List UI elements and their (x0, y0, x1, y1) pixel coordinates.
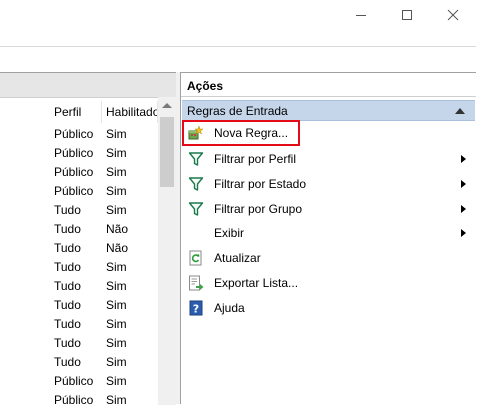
refresh-icon (188, 250, 204, 266)
submenu-arrow-icon (461, 205, 466, 213)
cell-habilitado: Sim (106, 298, 127, 312)
list-header-bar (0, 73, 176, 98)
action-label: Nova Regra... (214, 126, 289, 140)
cell-habilitado: Sim (106, 355, 127, 369)
actions-pane: Ações Regras de Entrada Nova Regra... Fil… (180, 72, 476, 404)
action-filtrar-por-perfil[interactable]: Filtrar por Perfil (181, 147, 476, 171)
cell-perfil: Público (54, 165, 94, 179)
actions-title: Ações (181, 73, 476, 97)
cell-perfil: Tudo (54, 336, 81, 350)
cell-habilitado: Sim (106, 203, 127, 217)
filter-icon (188, 151, 204, 167)
cell-perfil: Tudo (54, 222, 81, 236)
window-edge (476, 0, 484, 404)
action-label: Exibir (214, 226, 245, 240)
table-row[interactable]: Público Sim (0, 182, 158, 201)
action-nova-regra[interactable]: Nova Regra... (181, 121, 476, 145)
table-row[interactable]: Tudo Não (0, 220, 158, 239)
minimize-button[interactable] (338, 0, 384, 30)
table-row[interactable]: Tudo Sim (0, 353, 158, 372)
cell-habilitado: Sim (106, 260, 127, 274)
cell-habilitado: Não (106, 241, 129, 255)
table-row[interactable]: Público Sim (0, 372, 158, 391)
table-row[interactable]: Tudo Sim (0, 258, 158, 277)
cell-habilitado: Sim (106, 184, 127, 198)
table-row[interactable]: Público Sim (0, 144, 158, 163)
table-row[interactable]: Público Sim (0, 163, 158, 182)
filter-icon (188, 201, 204, 217)
filter-icon (188, 176, 204, 192)
action-label: Filtrar por Estado (214, 177, 307, 191)
table-row[interactable]: Tudo Não (0, 239, 158, 258)
section-header-label: Regras de Entrada (187, 104, 288, 118)
export-list-icon (188, 275, 204, 291)
column-header-habilitado[interactable]: Habilitado (102, 101, 158, 123)
action-label: Ajuda (214, 301, 245, 315)
cell-habilitado: Não (106, 222, 129, 236)
rules-list-pane: Perfil Habilitado Público Sim Público Sim Pú… (0, 72, 176, 407)
help-icon: ? (188, 300, 204, 316)
action-label: Exportar Lista... (214, 276, 299, 290)
maximize-icon (402, 10, 412, 20)
cell-perfil: Tudo (54, 355, 81, 369)
close-icon (447, 9, 459, 21)
minimize-icon (356, 15, 366, 16)
action-atualizar[interactable]: Atualizar (181, 246, 476, 270)
table-row[interactable]: Público Sim (0, 391, 158, 410)
cell-perfil: Público (54, 393, 94, 407)
cell-perfil: Público (54, 127, 94, 141)
new-rule-icon (188, 125, 204, 141)
cell-habilitado: Sim (106, 317, 127, 331)
cell-perfil: Tudo (54, 317, 81, 331)
table-row[interactable]: Tudo Sim (0, 277, 158, 296)
submenu-arrow-icon (461, 180, 466, 188)
table-row[interactable]: Tudo Sim (0, 315, 158, 334)
table-row[interactable]: Público Sim (0, 125, 158, 144)
cell-perfil: Público (54, 374, 94, 388)
cell-habilitado: Sim (106, 146, 127, 160)
submenu-arrow-icon (461, 229, 466, 237)
action-label: Filtrar por Grupo (214, 202, 303, 216)
section-header-regras-de-entrada[interactable]: Regras de Entrada (182, 100, 475, 121)
cell-perfil: Tudo (54, 241, 81, 255)
cell-habilitado: Sim (106, 165, 127, 179)
table-row[interactable]: Tudo Sim (0, 334, 158, 353)
cell-habilitado: Sim (106, 393, 127, 407)
submenu-arrow-icon (461, 155, 466, 163)
cell-perfil: Tudo (54, 260, 81, 274)
cell-habilitado: Sim (106, 127, 127, 141)
table-row[interactable]: Tudo Sim (0, 296, 158, 315)
column-header-perfil[interactable]: Perfil (50, 101, 102, 123)
action-filtrar-por-grupo[interactable]: Filtrar por Grupo (181, 197, 476, 221)
table-row[interactable]: Tudo Sim (0, 201, 158, 220)
action-label: Filtrar por Perfil (214, 152, 297, 166)
cell-perfil: Tudo (54, 279, 81, 293)
action-ajuda[interactable]: ? Ajuda (181, 296, 476, 320)
action-filtrar-por-estado[interactable]: Filtrar por Estado (181, 172, 476, 196)
cell-perfil: Público (54, 184, 94, 198)
cell-habilitado: Sim (106, 279, 127, 293)
cell-habilitado: Sim (106, 374, 127, 388)
action-label: Atualizar (214, 251, 261, 265)
scrollbar-thumb[interactable] (160, 117, 174, 187)
scroll-up-arrow-icon[interactable] (162, 103, 172, 108)
collapse-caret-icon[interactable] (455, 108, 465, 114)
vertical-scrollbar[interactable] (158, 97, 176, 405)
cell-perfil: Tudo (54, 298, 81, 312)
action-exibir[interactable]: Exibir (181, 221, 476, 245)
cell-perfil: Tudo (54, 203, 81, 217)
cell-perfil: Público (54, 146, 94, 160)
close-button[interactable] (430, 0, 476, 30)
menu-strip (0, 46, 476, 73)
rules-list: Público Sim Público Sim Público Sim Público Sim… (0, 125, 158, 410)
maximize-button[interactable] (384, 0, 430, 30)
svg-text:?: ? (193, 303, 199, 316)
title-bar (0, 0, 484, 46)
action-exportar-lista[interactable]: Exportar Lista... (181, 271, 476, 295)
cell-habilitado: Sim (106, 336, 127, 350)
